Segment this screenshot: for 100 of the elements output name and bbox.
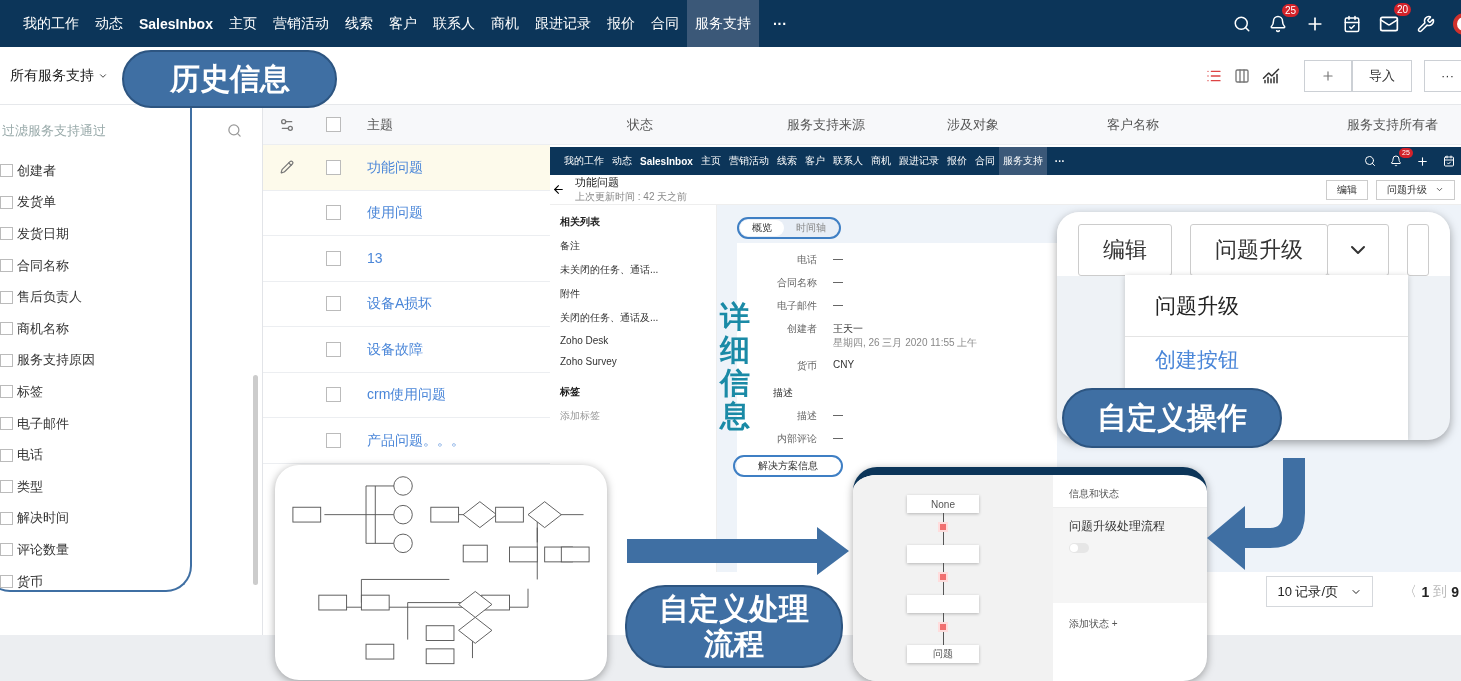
back-icon[interactable] — [552, 183, 565, 196]
columns-view-icon[interactable] — [1234, 67, 1250, 84]
view-tab[interactable]: 概览 — [740, 220, 784, 236]
nav-tab[interactable]: 客户 — [800, 147, 829, 175]
checkbox[interactable] — [0, 417, 13, 431]
workflow-node[interactable]: 问题 — [907, 645, 979, 663]
nav-tab[interactable]: SalesInbox — [636, 147, 697, 175]
add-button[interactable] — [1304, 59, 1352, 92]
nav-tab[interactable]: 联系人 — [828, 147, 867, 175]
import-button[interactable]: 导入 — [1352, 59, 1412, 92]
toolbar-button[interactable] — [1407, 224, 1429, 276]
tools-icon[interactable] — [1417, 14, 1435, 33]
workflow-node[interactable] — [907, 595, 979, 613]
record-link[interactable]: 设备故障 — [357, 340, 423, 357]
checkbox[interactable] — [0, 164, 13, 178]
workflow-node[interactable] — [907, 545, 979, 563]
search-icon[interactable] — [1364, 155, 1376, 167]
panel-tab[interactable]: 信息和状态 — [1069, 488, 1119, 499]
chart-icon[interactable] — [1262, 66, 1280, 85]
nav-tab[interactable]: 主页 — [696, 147, 725, 175]
checkbox[interactable] — [0, 385, 13, 399]
bell-icon[interactable] — [1269, 14, 1287, 33]
checkbox[interactable] — [326, 159, 341, 175]
checkbox[interactable] — [326, 117, 341, 132]
nav-tab[interactable]: 动态 — [608, 147, 636, 175]
related-list-item[interactable]: 附件 — [560, 287, 716, 301]
related-list-item[interactable]: Zoho Survey — [560, 356, 716, 367]
checkbox[interactable] — [0, 575, 13, 588]
checkbox[interactable] — [0, 227, 13, 241]
column-settings-icon[interactable] — [278, 116, 295, 133]
per-page-select[interactable]: 10 记录/页 — [1266, 576, 1374, 607]
transition-icon[interactable] — [937, 622, 948, 632]
create-button-link[interactable]: 创建按钮 — [1125, 337, 1408, 383]
nav-tab[interactable]: 客户 — [380, 0, 425, 47]
nav-tab[interactable]: 联系人 — [424, 0, 483, 47]
more-menu[interactable]: ··· — [758, 0, 801, 47]
transition-icon[interactable] — [937, 522, 948, 532]
escalate-button[interactable]: 问题升级 — [1190, 224, 1328, 276]
plus-icon[interactable] — [1416, 154, 1429, 168]
edit-icon[interactable] — [279, 160, 294, 175]
checkbox[interactable] — [0, 322, 13, 336]
nav-tab[interactable]: 服务支持 — [998, 147, 1047, 175]
checkbox[interactable] — [0, 290, 13, 304]
nav-tab[interactable]: 报价 — [942, 147, 971, 175]
bell-icon[interactable] — [1390, 155, 1402, 167]
transition-icon[interactable] — [937, 572, 948, 582]
record-link[interactable]: 功能问题 — [357, 158, 423, 175]
toggle-switch[interactable] — [1069, 543, 1089, 553]
nav-tab[interactable]: 服务支持 — [686, 0, 759, 47]
checkbox[interactable] — [326, 432, 341, 448]
related-list-item[interactable]: Zoho Desk — [560, 335, 716, 346]
checkbox[interactable] — [326, 387, 341, 403]
filter-search-field[interactable]: 过滤服务支持通过 — [0, 121, 180, 139]
dropdown-toggle[interactable] — [1327, 224, 1389, 276]
checkbox[interactable] — [0, 480, 13, 494]
record-link[interactable]: crm使用问题 — [357, 386, 447, 403]
calendar-icon[interactable] — [1443, 155, 1455, 167]
record-link[interactable]: 使用问题 — [357, 204, 423, 221]
checkbox[interactable] — [326, 296, 341, 312]
checkbox[interactable] — [0, 511, 13, 525]
record-link[interactable]: 产品问题。。。 — [357, 431, 465, 448]
record-link[interactable]: 设备A损坏 — [357, 295, 433, 312]
add-state-link[interactable]: 添加状态 + — [1069, 618, 1118, 629]
checkbox[interactable] — [326, 341, 341, 357]
nav-tab[interactable]: 我的工作 — [560, 147, 608, 175]
nav-tab[interactable]: SalesInbox — [131, 0, 221, 47]
nav-tab[interactable]: 跟进记录 — [894, 147, 943, 175]
checkbox[interactable] — [326, 205, 341, 221]
checkbox[interactable] — [0, 353, 13, 367]
edit-button[interactable]: 编辑 — [1326, 179, 1368, 200]
nav-tab[interactable]: 跟进记录 — [526, 0, 599, 47]
checkbox[interactable] — [0, 259, 13, 273]
nav-tab[interactable]: 营销活动 — [724, 147, 773, 175]
nav-tab[interactable]: 线索 — [336, 0, 381, 47]
checkbox[interactable] — [0, 543, 13, 557]
nav-tab[interactable]: 线索 — [772, 147, 801, 175]
nav-tab[interactable]: 营销活动 — [264, 0, 337, 47]
workflow-node[interactable]: None — [907, 495, 979, 513]
related-list-item[interactable]: 备注 — [560, 239, 716, 253]
nav-tab[interactable]: 报价 — [598, 0, 643, 47]
checkbox[interactable] — [0, 448, 13, 462]
escalate-button[interactable]: 问题升级 — [1376, 179, 1455, 200]
nav-tab[interactable]: 主页 — [220, 0, 265, 47]
checkbox[interactable] — [326, 250, 341, 266]
nav-tab[interactable]: 商机 — [866, 147, 895, 175]
nav-tab[interactable]: 商机 — [482, 0, 527, 47]
related-list-item[interactable]: 关闭的任务、通话及... — [560, 311, 716, 325]
view-select[interactable]: 所有服务支持 — [10, 66, 108, 85]
nav-tab[interactable]: 我的工作 — [15, 0, 87, 47]
nav-tab[interactable]: 合同 — [970, 147, 999, 175]
nav-tab[interactable]: 动态 — [87, 0, 131, 47]
more-button[interactable]: ··· — [1424, 59, 1461, 92]
record-link[interactable]: 13 — [357, 250, 383, 267]
nav-tab[interactable]: 合同 — [642, 0, 687, 47]
menu-item[interactable]: 问题升级 — [1125, 275, 1408, 337]
calendar-icon[interactable] — [1343, 14, 1361, 33]
edit-button[interactable]: 编辑 — [1078, 224, 1172, 276]
more-menu[interactable]: ··· — [1046, 147, 1073, 175]
search-icon[interactable] — [1233, 14, 1251, 33]
related-list-item[interactable]: 未关闭的任务、通话... — [560, 263, 716, 277]
